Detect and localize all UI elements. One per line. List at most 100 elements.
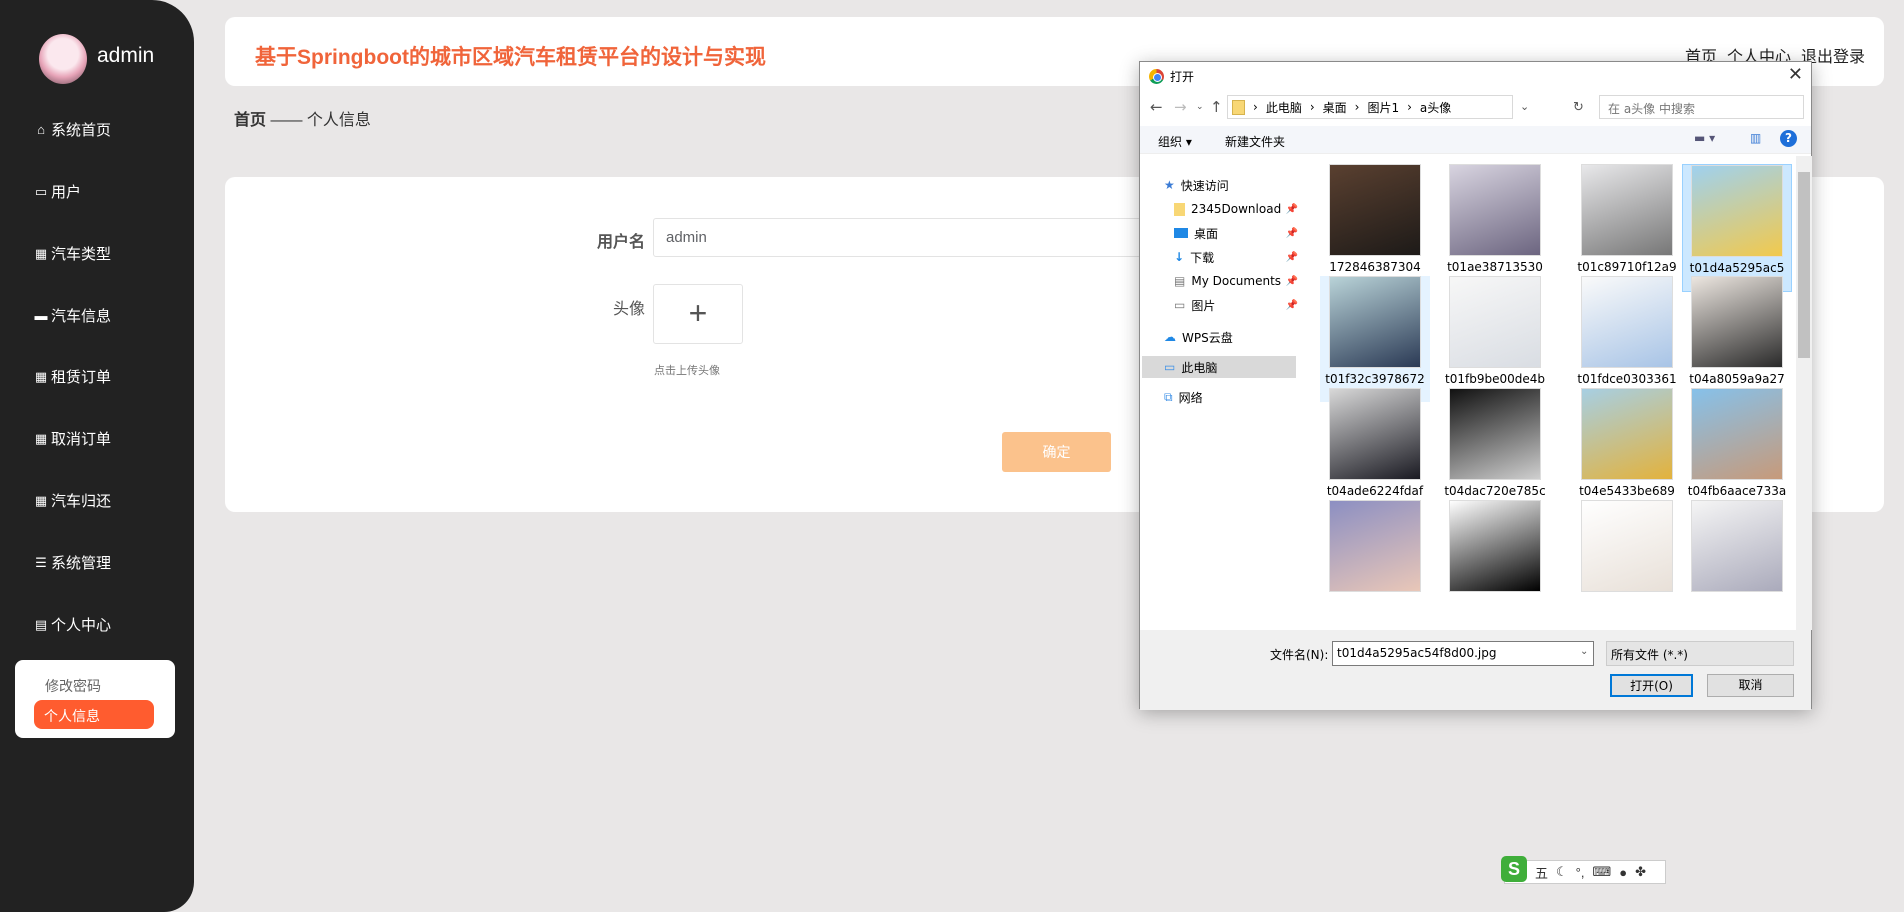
chart-icon: ▭ [34, 183, 48, 199]
open-button[interactable]: 打开(O) [1610, 674, 1693, 697]
file-item[interactable]: t01fdce0303361c12db.png [1572, 276, 1682, 402]
recent-chevron-icon[interactable]: ⌄ [1196, 102, 1204, 112]
chevron-down-icon[interactable]: ⌄ [1580, 646, 1588, 657]
picture-icon: ▭ [1174, 298, 1186, 312]
forward-arrow-icon[interactable]: → [1174, 98, 1187, 116]
close-icon[interactable]: ✕ [1788, 64, 1803, 85]
file-item[interactable]: t01c89710f12a94e4a7.jpg [1572, 164, 1682, 290]
thumbnail-image [1691, 500, 1783, 592]
file-item[interactable]: t04dac720e785c1d9b2.jpg [1440, 388, 1550, 514]
search-input[interactable]: 在 a头像 中搜索 [1599, 95, 1804, 119]
keyboard-icon[interactable]: ⌨ [1592, 864, 1611, 880]
sidebar-item-car-types[interactable]: ▦ 汽车类型 [34, 243, 111, 264]
sidebar-item-rental-orders[interactable]: ▦ 租赁订单 [34, 366, 111, 387]
scrollbar[interactable] [1796, 156, 1812, 630]
file-item[interactable]: t01d4a5295ac54f8d00.jpg [1682, 164, 1792, 292]
path-segment[interactable]: 桌面 [1323, 99, 1347, 116]
ime-mode[interactable]: 五 [1535, 863, 1548, 882]
nav-network[interactable]: ⧉ 网络 [1164, 386, 1203, 408]
submenu-change-password[interactable]: 修改密码 [45, 676, 101, 696]
cloud-icon: ☁ [1164, 330, 1176, 344]
file-item[interactable]: 1728463873047.jpg [1320, 164, 1430, 290]
sidebar-item-personal-center[interactable]: ▤ 个人中心 [34, 614, 111, 635]
sidebar-item-car-info[interactable]: ▬ 汽车信息 [34, 305, 112, 326]
submit-button[interactable]: 确定 [1002, 432, 1111, 472]
avatar-label: 头像 [612, 301, 645, 318]
address-path[interactable]: › 此电脑 › 桌面 › 图片1 › a头像 [1227, 95, 1513, 119]
nav-downloads[interactable]: ↓ 下载 📌 [1174, 246, 1302, 268]
file-item[interactable]: t01fb9be00de4b585d6.jpg [1440, 276, 1550, 402]
nav-label: My Documents [1191, 274, 1282, 288]
back-arrow-icon[interactable]: ← [1150, 98, 1163, 116]
file-item[interactable]: t01f32c39786721e62e.jpg [1320, 276, 1430, 402]
file-item[interactable] [1320, 500, 1430, 592]
file-item[interactable] [1682, 500, 1792, 592]
avatar [39, 34, 87, 84]
organize-button[interactable]: 组织 ▾ [1158, 133, 1192, 150]
submenu-personal-info[interactable]: 个人信息 [34, 700, 154, 729]
breadcrumb-home[interactable]: 首页 [234, 112, 266, 129]
nav-quick-access[interactable]: ★ 快速访问 [1164, 174, 1229, 196]
dialog-toolbar: 组织 ▾ 新建文件夹 ▬ ▾ ▥ ? [1140, 126, 1811, 154]
cancel-button[interactable]: 取消 [1707, 674, 1794, 697]
card-icon: ▤ [34, 616, 48, 632]
preview-pane-icon[interactable]: ▥ [1750, 131, 1761, 145]
path-segment[interactable]: a头像 [1420, 99, 1451, 116]
moon-icon[interactable]: ☾ [1556, 864, 1568, 880]
nav-wps-cloud[interactable]: ☁ WPS云盘 [1164, 326, 1233, 348]
path-segment[interactable]: 图片1 [1367, 99, 1399, 116]
avatar-upload-button[interactable]: + [653, 284, 743, 344]
sidebar-item-home[interactable]: ⌂ 系统首页 [34, 119, 111, 140]
file-item[interactable] [1440, 500, 1550, 592]
sidebar-item-users[interactable]: ▭ 用户 [34, 181, 81, 202]
punctuation-icon[interactable]: °, [1576, 865, 1585, 880]
view-icon[interactable]: ▬ ▾ [1694, 131, 1715, 145]
filename-input[interactable]: t01d4a5295ac54f8d00.jpg [1332, 641, 1594, 666]
breadcrumb: 首页 —— 个人信息 [234, 106, 371, 130]
filename-label: 文件名(N): [1270, 648, 1329, 662]
nav-label: 此电脑 [1181, 360, 1218, 375]
file-item[interactable]: t04e5433be6894a8aca.jpg [1572, 388, 1682, 514]
sogou-logo-icon[interactable]: S [1501, 856, 1527, 882]
nav-my-documents[interactable]: ▤ My Documents 📌 [1174, 270, 1302, 292]
nav-2345download[interactable]: 2345Download 📌 [1174, 198, 1302, 220]
up-arrow-icon[interactable]: ↑ [1210, 98, 1223, 116]
filetype-select[interactable]: 所有文件 (*.*) [1606, 641, 1794, 666]
file-item[interactable]: t01ae387135308fa1ea.jpg [1440, 164, 1550, 290]
nav-desktop[interactable]: 桌面 📌 [1174, 222, 1302, 244]
file-item[interactable]: t04a8059a9a27c2e1de.jpg [1682, 276, 1792, 402]
pin-icon: 📌 [1285, 275, 1298, 287]
sidebar-item-label: 租赁订单 [51, 369, 112, 386]
file-item[interactable]: t04fb6aace733ae23ed.jpg [1682, 388, 1792, 514]
thumbnail-image [1329, 500, 1421, 592]
apps-icon[interactable]: ✤ [1635, 864, 1646, 880]
sidebar-item-car-return[interactable]: ▦ 汽车归还 [34, 490, 111, 511]
scrollbar-thumb[interactable] [1798, 172, 1810, 358]
file-open-dialog: 打开 ✕ ← → ⌄ ↑ › 此电脑 › 桌面 › 图片1 › a头像 ⌄ ↻ 在 a… [1139, 61, 1812, 710]
network-icon: ⧉ [1164, 389, 1173, 404]
thumbnail-image [1329, 164, 1421, 256]
breadcrumb-sep: —— [270, 112, 303, 129]
user-icon[interactable]: ● [1619, 865, 1627, 880]
dialog-titlebar[interactable]: 打开 ✕ [1140, 62, 1811, 90]
new-folder-button[interactable]: 新建文件夹 [1225, 133, 1285, 150]
thumbnail-image [1581, 276, 1673, 368]
refresh-icon[interactable]: ↻ [1573, 100, 1584, 115]
path-segment[interactable]: 此电脑 [1266, 99, 1302, 116]
desktop-icon [1174, 228, 1188, 238]
help-icon[interactable]: ? [1780, 130, 1797, 147]
sidebar-item-system[interactable]: ☰ 系统管理 [34, 552, 111, 573]
file-item[interactable]: t04ade6224fdafbfb0f.jpg [1320, 388, 1430, 514]
sidebar-item-cancel-orders[interactable]: ▦ 取消订单 [34, 428, 111, 449]
thumbnail-image [1691, 388, 1783, 480]
nav-pictures[interactable]: ▭ 图片 📌 [1174, 294, 1302, 316]
nav-label: 2345Download [1191, 202, 1282, 216]
file-item[interactable] [1572, 500, 1682, 592]
thumbnail-image [1581, 500, 1673, 592]
nav-this-pc[interactable]: ▭ 此电脑 [1142, 356, 1296, 378]
chrome-icon [1149, 69, 1164, 84]
thumbnail-image [1581, 164, 1673, 256]
path-dropdown-icon[interactable]: ⌄ [1520, 100, 1529, 113]
thumbnail-image [1449, 500, 1541, 592]
nav-label: 网络 [1178, 390, 1203, 405]
